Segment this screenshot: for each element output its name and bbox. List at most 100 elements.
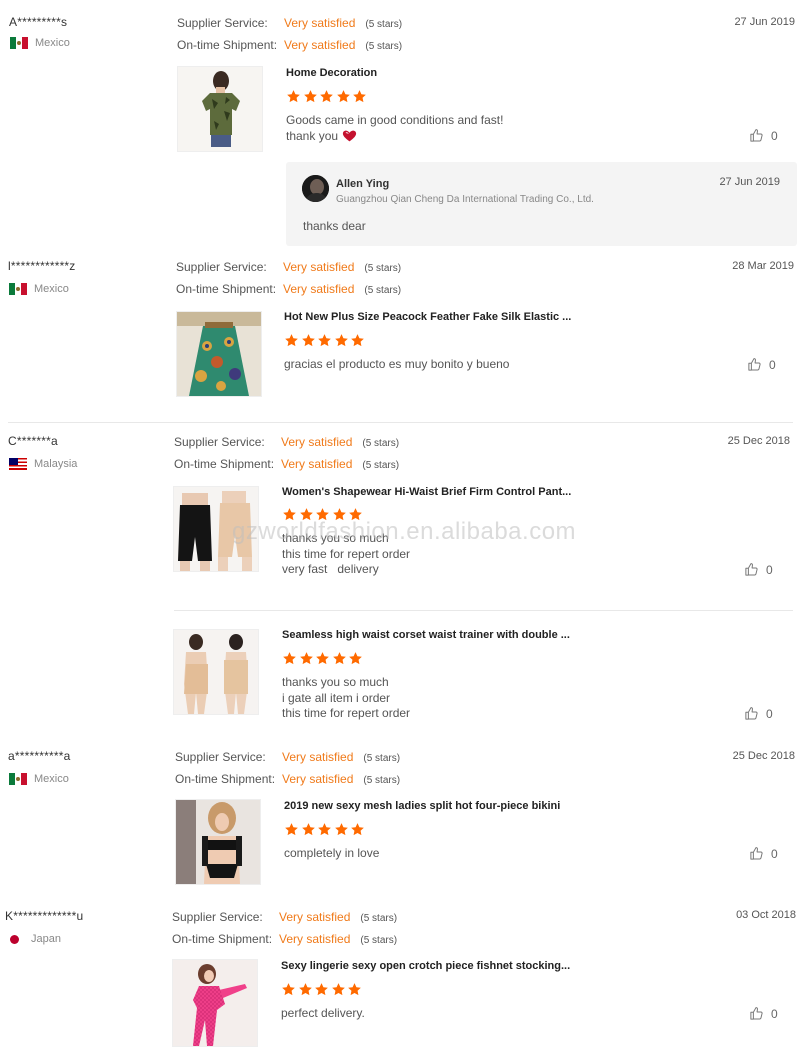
reviewer-country: Japan <box>8 933 61 945</box>
star-icon <box>284 333 299 348</box>
review-comment: completely in love <box>284 846 380 860</box>
thumbs-up-icon <box>749 846 764 861</box>
malaysia-flag-icon <box>9 458 27 470</box>
product-stars <box>281 982 362 997</box>
review-comment: thanks you so much i gate all item i ord… <box>282 675 411 720</box>
review-date: 03 Oct 2018 <box>736 909 796 921</box>
star-icon <box>299 651 314 666</box>
review-date: 25 Dec 2018 <box>727 435 790 447</box>
product-title[interactable]: Hot New Plus Size Peacock Feather Fake S… <box>284 311 571 323</box>
star-icon <box>350 822 365 837</box>
star-icon <box>352 89 367 104</box>
product-title[interactable]: Seamless high waist corset waist trainer… <box>282 629 570 641</box>
review-comment: Goods came in good conditions and fast! … <box>286 113 504 143</box>
product-thumbnail[interactable] <box>177 66 263 152</box>
product-title[interactable]: Home Decoration <box>286 67 377 79</box>
star-icon <box>298 982 313 997</box>
product-stars <box>286 89 367 104</box>
ontime-shipment-rating: On-time Shipment: Very satisfied (5 star… <box>174 457 400 471</box>
star-icon <box>314 982 329 997</box>
thumbs-up-icon <box>744 706 759 721</box>
thumbs-up-icon <box>747 357 762 372</box>
reviewer-country: Mexico <box>10 37 70 49</box>
like-button[interactable]: 0 <box>749 846 778 861</box>
star-icon <box>350 333 365 348</box>
like-button[interactable]: 0 <box>744 706 773 721</box>
product-thumbnail[interactable] <box>175 799 261 885</box>
ratings: Supplier Service: Very satisfied (5 star… <box>177 13 402 57</box>
like-count: 0 <box>771 1006 778 1021</box>
star-icon <box>334 822 349 837</box>
mexico-flag-icon <box>9 283 27 295</box>
ratings: Supplier Service: Very satisfied (5 star… <box>175 747 400 791</box>
ontime-shipment-rating: On-time Shipment: Very satisfied (5 star… <box>175 772 401 786</box>
review-date: 25 Dec 2018 <box>732 750 795 762</box>
country-label: Mexico <box>35 37 70 49</box>
supplier-service-rating: Supplier Service: Very satisfied (5 star… <box>172 910 398 924</box>
review-date: 27 Jun 2019 <box>734 16 795 28</box>
review-1: A*********s Mexico Supplier Service: Ver… <box>0 15 800 260</box>
star-icon <box>301 822 316 837</box>
reviewer-country: Mexico <box>9 773 69 785</box>
ontime-shipment-rating: On-time Shipment: Very satisfied (5 star… <box>172 932 398 946</box>
ontime-shipment-rating: On-time Shipment: Very satisfied (5 star… <box>177 38 403 52</box>
product-stars <box>284 822 365 837</box>
country-label: Mexico <box>34 773 69 785</box>
star-icon <box>319 89 334 104</box>
country-label: Mexico <box>34 283 69 295</box>
mexico-flag-icon <box>9 773 27 785</box>
like-count: 0 <box>771 128 778 143</box>
supplier-service-rating: Supplier Service: Very satisfied (5 star… <box>176 260 402 274</box>
review-4: a**********a Mexico Supplier Service: Ve… <box>0 749 800 899</box>
ratings: Supplier Service: Very satisfied (5 star… <box>174 432 399 476</box>
supplier-service-rating: Supplier Service: Very satisfied (5 star… <box>175 750 401 764</box>
like-count: 0 <box>769 357 776 372</box>
like-button[interactable]: 0 <box>747 357 776 372</box>
reviewer-name: C*******a <box>8 434 58 448</box>
reviewer-name: K*************u <box>5 909 84 923</box>
like-button[interactable]: 0 <box>749 128 778 143</box>
reviewer-name: A*********s <box>9 15 68 29</box>
ratings: Supplier Service: Very satisfied (5 star… <box>176 257 401 301</box>
reviewer-country: Malaysia <box>9 458 77 470</box>
supplier-service-rating: Supplier Service: Very satisfied (5 star… <box>177 16 403 30</box>
star-icon <box>334 333 349 348</box>
star-icon <box>303 89 318 104</box>
reply-date: 27 Jun 2019 <box>719 176 780 188</box>
star-icon <box>317 822 332 837</box>
product-title[interactable]: Women's Shapewear Hi-Waist Brief Firm Co… <box>282 486 571 498</box>
product-thumbnail[interactable] <box>176 311 262 397</box>
like-count: 0 <box>766 562 773 577</box>
reviewer-name: a**********a <box>8 749 71 763</box>
star-icon <box>286 89 301 104</box>
like-button[interactable]: 0 <box>749 1006 778 1021</box>
star-icon <box>317 333 332 348</box>
review-comment: perfect delivery. <box>281 1006 365 1020</box>
avatar <box>302 175 329 202</box>
supplier-service-rating: Supplier Service: Very satisfied (5 star… <box>174 435 400 449</box>
reply-text: thanks dear <box>303 219 366 233</box>
product-stars <box>282 651 363 666</box>
review-3: C*******a Malaysia Supplier Service: Ver… <box>0 434 800 744</box>
product-divider <box>174 610 793 611</box>
thumbs-up-icon <box>749 128 764 143</box>
watermark: gzworldfashion.en.alibaba.com <box>232 518 577 545</box>
ontime-shipment-rating: On-time Shipment: Very satisfied (5 star… <box>176 282 402 296</box>
reply-author-name: Allen Ying <box>336 178 390 190</box>
heart-icon <box>342 130 357 142</box>
product-thumbnail[interactable] <box>173 629 259 715</box>
country-label: Japan <box>31 933 61 945</box>
star-icon <box>331 982 346 997</box>
like-button[interactable]: 0 <box>744 562 773 577</box>
star-icon <box>347 982 362 997</box>
review-comment: gracias el producto es muy bonito y buen… <box>284 357 510 371</box>
star-icon <box>301 333 316 348</box>
star-icon <box>336 89 351 104</box>
product-thumbnail[interactable] <box>172 959 258 1047</box>
product-title[interactable]: 2019 new sexy mesh ladies split hot four… <box>284 800 560 812</box>
review-divider <box>8 422 793 423</box>
review-2: l************z Mexico Supplier Service: … <box>0 259 800 419</box>
product-title[interactable]: Sexy lingerie sexy open crotch piece fis… <box>281 960 570 972</box>
star-icon <box>284 822 299 837</box>
ratings: Supplier Service: Very satisfied (5 star… <box>172 907 397 951</box>
